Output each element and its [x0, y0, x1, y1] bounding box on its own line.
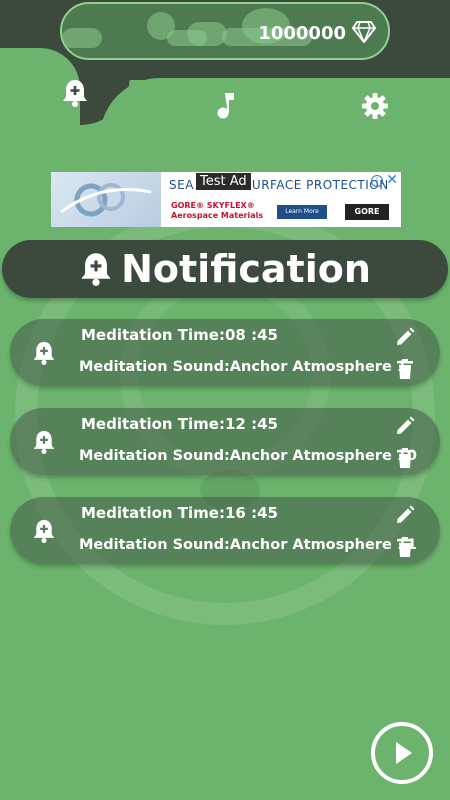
gear-icon: [362, 93, 388, 119]
notification-card[interactable]: Meditation Time:08 :45 Meditation Sound:…: [10, 319, 440, 386]
trash-icon[interactable]: [397, 359, 413, 383]
bell-plus-icon: [32, 339, 56, 371]
music-note-icon: [217, 93, 234, 119]
diamond-icon: [352, 21, 376, 47]
meditation-time: Meditation Time:16 :45: [81, 504, 278, 522]
trash-icon[interactable]: [397, 448, 413, 472]
cloud-decoration: [62, 28, 102, 48]
tab-music[interactable]: [215, 92, 235, 124]
tab-settings[interactable]: [361, 92, 389, 124]
ad-info-icon[interactable]: i: [371, 175, 383, 187]
ad-brand-line2: Aerospace Materials: [171, 211, 264, 220]
ad-logo: GORE: [345, 204, 389, 220]
test-ad-label: Test Ad: [196, 173, 251, 190]
play-button[interactable]: [371, 722, 433, 784]
meditation-sound: Meditation Sound:Anchor Atmosphere 10: [79, 448, 418, 464]
meditation-time: Meditation Time:12 :45: [81, 415, 278, 433]
meditation-sound: Meditation Sound:Anchor Atmosphere 11: [79, 537, 418, 553]
play-icon: [396, 742, 412, 764]
edit-icon[interactable]: [395, 327, 415, 351]
header-wave-decoration: [100, 78, 450, 130]
notification-card[interactable]: Meditation Time:12 :45 Meditation Sound:…: [10, 408, 440, 475]
trash-icon[interactable]: [397, 537, 413, 561]
ad-image: [51, 172, 161, 227]
ad-close-icon[interactable]: ✕: [386, 172, 398, 188]
meditation-time: Meditation Time:08 :45: [81, 326, 278, 344]
edit-icon[interactable]: [395, 505, 415, 529]
tab-notifications[interactable]: [61, 78, 89, 112]
notification-card[interactable]: Meditation Time:16 :45 Meditation Sound:…: [10, 497, 440, 564]
bell-plus-icon: [63, 80, 87, 107]
bell-plus-icon: [81, 253, 111, 286]
page-title-bar: Notification: [2, 240, 448, 298]
ad-brand-line1: GORE® SKYFLEX®: [171, 201, 255, 210]
edit-icon[interactable]: [395, 416, 415, 440]
gem-balance-pill[interactable]: 1000000: [60, 2, 390, 60]
ad-learn-more-button[interactable]: Learn More: [277, 205, 327, 219]
meditation-sound: Meditation Sound:Anchor Atmosphere 1: [79, 359, 407, 375]
bell-plus-icon: [32, 428, 56, 460]
cloud-decoration: [187, 22, 227, 46]
ad-banner[interactable]: SEA URFACE PROTECTION Test Ad GORE® SKYFL…: [51, 172, 401, 227]
page-title: Notification: [121, 247, 371, 291]
bell-plus-icon: [32, 517, 56, 549]
gem-count: 1000000: [258, 23, 346, 44]
